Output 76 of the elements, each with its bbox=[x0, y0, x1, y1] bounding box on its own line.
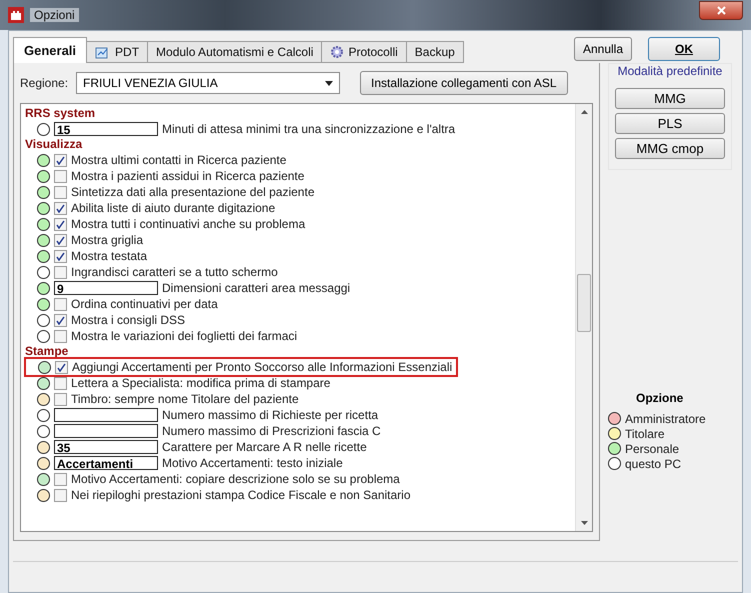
tab[interactable]: Modulo Automatismi e Calcoli bbox=[147, 41, 322, 63]
checkbox[interactable] bbox=[54, 376, 67, 390]
option-label: Nei riepiloghi prestazioni stampa Codice Fiscale e non Sanitario bbox=[71, 488, 411, 502]
option-label: Mostra i consigli DSS bbox=[71, 313, 186, 327]
option-label: Sintetizza dati alla presentazione del paziente bbox=[71, 185, 314, 199]
option-label: Abilita liste di aiuto durante digitazione bbox=[71, 201, 276, 215]
checkbox[interactable] bbox=[54, 472, 67, 486]
option-label: Mostra tutti i continuativi anche su problema bbox=[71, 217, 306, 231]
tab[interactable]: Generali bbox=[13, 37, 88, 63]
legend-label: Amministratore bbox=[625, 412, 706, 426]
input-field[interactable] bbox=[54, 424, 158, 438]
input-field[interactable] bbox=[54, 408, 158, 422]
input-field[interactable]: Accertamenti bbox=[54, 456, 158, 470]
option-label: Timbro: sempre nome Titolare del paziente bbox=[71, 392, 299, 406]
option-label: Mostra le variazioni dei foglietti dei farmaci bbox=[71, 329, 298, 343]
group-title: Modalità predefinite bbox=[618, 64, 722, 78]
checkbox[interactable] bbox=[55, 360, 68, 374]
checkbox[interactable] bbox=[54, 314, 67, 326]
legend-label: questo PC bbox=[625, 456, 682, 470]
checkbox[interactable] bbox=[54, 154, 67, 166]
option-label: Carattere per Marcare A R nelle ricette bbox=[162, 440, 367, 454]
section-header: RRS system bbox=[25, 106, 96, 121]
asl-install-button[interactable]: Installazione collegamenti con ASL bbox=[360, 71, 568, 95]
section-header: Stampe bbox=[25, 344, 70, 359]
scroll-thumb[interactable] bbox=[577, 274, 591, 332]
close-icon bbox=[716, 6, 726, 14]
preset-button[interactable]: MMG cmop bbox=[615, 138, 725, 159]
option-label: Mostra testata bbox=[71, 249, 148, 263]
scroll-up-icon[interactable] bbox=[580, 110, 588, 114]
option-label: Numero massimo di Prescrizioni fascia C bbox=[162, 424, 381, 438]
option-label: Mostra griglia bbox=[71, 233, 144, 247]
option-label: Ingrandisci caratteri se a tutto schermo bbox=[71, 265, 278, 279]
tab[interactable]: Backup bbox=[406, 41, 464, 63]
region-dropdown[interactable]: FRIULI VENEZIA GIULIA bbox=[76, 72, 340, 94]
scroll-down-icon[interactable] bbox=[580, 521, 588, 525]
checkbox[interactable] bbox=[54, 218, 67, 230]
option-label: Motivo Accertamenti: testo iniziale bbox=[162, 456, 343, 470]
option-label: Mostra i pazienti assidui in Ricerca paziente bbox=[71, 169, 304, 183]
legend-title: Opzione bbox=[636, 391, 684, 405]
option-label: Mostra ultimi contatti in Ricerca paziente bbox=[71, 153, 286, 167]
checkbox[interactable] bbox=[54, 234, 67, 246]
checkbox[interactable] bbox=[54, 330, 67, 342]
legend-label: Personale bbox=[625, 442, 680, 456]
checkbox[interactable] bbox=[54, 186, 67, 198]
close-button[interactable] bbox=[699, 0, 743, 20]
tab[interactable]: Protocolli bbox=[321, 41, 407, 63]
option-label: Numero massimo di Richieste per ricetta bbox=[162, 408, 378, 422]
option-label: Dimensioni caratteri area messaggi bbox=[162, 281, 350, 295]
input-field[interactable]: 15 bbox=[54, 122, 158, 136]
checkbox[interactable] bbox=[54, 266, 67, 278]
checkbox[interactable] bbox=[54, 298, 67, 310]
checkbox[interactable] bbox=[54, 488, 67, 502]
checkbox[interactable] bbox=[54, 250, 67, 262]
option-label: Aggiungi Accertamenti per Pronto Soccorso alle Informazioni Essenziali bbox=[72, 360, 452, 374]
region-label: Regione: bbox=[20, 76, 68, 90]
option-label: Lettera a Specialista: modifica prima di stampare bbox=[71, 376, 330, 390]
dropdown-arrow-icon bbox=[325, 80, 334, 86]
preset-button[interactable]: MMG bbox=[615, 88, 725, 109]
ok-button[interactable]: OK bbox=[648, 37, 720, 61]
option-label: Motivo Accertamenti: copiare descrizione solo se su problema bbox=[71, 472, 400, 486]
preset-button[interactable]: PLS bbox=[615, 113, 725, 134]
legend-label: Titolare bbox=[625, 426, 665, 440]
section-header: Visualizza bbox=[25, 137, 84, 152]
window-title: Opzioni bbox=[30, 8, 79, 22]
cancel-button[interactable]: Annulla bbox=[574, 37, 632, 61]
scrollbar[interactable] bbox=[575, 104, 592, 531]
input-field[interactable]: 9 bbox=[54, 281, 158, 295]
checkbox[interactable] bbox=[54, 170, 67, 182]
option-label: Ordina continuativi per data bbox=[71, 297, 218, 311]
checkbox[interactable] bbox=[54, 392, 67, 406]
input-field[interactable]: 35 bbox=[54, 440, 158, 454]
app-logo-icon bbox=[8, 7, 24, 23]
tab[interactable]: PDT bbox=[86, 41, 148, 63]
gear-icon bbox=[330, 45, 344, 59]
option-label: Minuti di attesa minimi tra una sincronizzazione e l'altra bbox=[162, 122, 456, 136]
checkbox[interactable] bbox=[54, 202, 67, 214]
